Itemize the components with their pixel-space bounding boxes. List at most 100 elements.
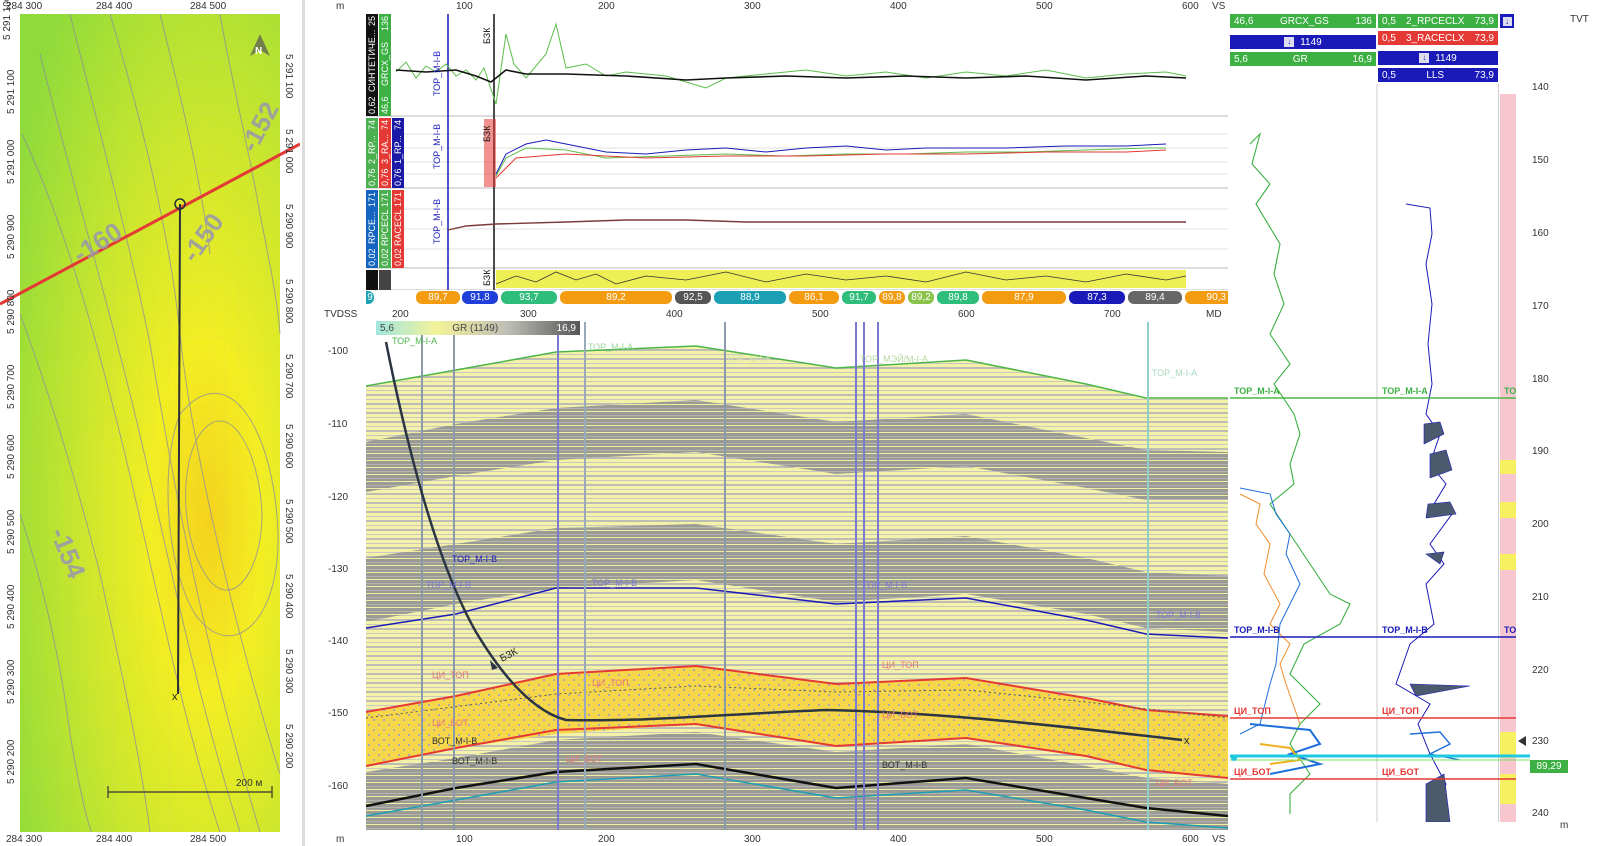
svg-text:ТО: ТО xyxy=(1504,386,1516,396)
vs-unit-bottom: m xyxy=(336,834,345,845)
track-legend-small-1[interactable] xyxy=(366,270,378,290)
md-tick: 500 xyxy=(812,309,829,320)
md-tick: 600 xyxy=(958,309,975,320)
vs-tick: 100 xyxy=(456,834,473,845)
svg-text:ЦИ_ТОП: ЦИ_ТОП xyxy=(1234,706,1271,716)
log-tracks[interactable]: ТОР_М-І-В ТОР_М-І-В ТОР_М-І-В БЗК БЗК БЗ… xyxy=(366,14,1228,290)
legend-1149-col2[interactable]: ↓ 1149 xyxy=(1378,51,1498,65)
dip-chip[interactable]: 93,7 xyxy=(501,291,557,304)
track-legend-synthetic[interactable]: 0,62 СИНТЕТИЧЕ... 25 xyxy=(366,14,378,116)
svg-text:ЦИ_БОТ: ЦИ_БОТ xyxy=(432,718,469,728)
vs-tick: 500 xyxy=(1036,1,1053,12)
right-log-panel[interactable]: 46,6 GRCX_GS 136 ↓ 1149 5,6 GR 16,9 0,5 2_RPC… xyxy=(1230,0,1598,846)
legend-grcx-gs[interactable]: 46,6 GRCX_GS 136 xyxy=(1230,14,1376,28)
svg-text:5 291 100: 5 291 100 xyxy=(6,69,17,114)
svg-text:5 290 900: 5 290 900 xyxy=(283,204,294,249)
dip-chip[interactable]: 87,9 xyxy=(982,291,1066,304)
dip-chip[interactable]: 89,2 xyxy=(908,291,934,304)
svg-text:5 290 700: 5 290 700 xyxy=(283,354,294,399)
map-canvas[interactable]: x -160 -150 -152 -154 N 200 м xyxy=(0,14,300,832)
svg-text:5 290 900: 5 290 900 xyxy=(6,214,17,259)
svg-text:ТОР_М-І-А: ТОР_М-І-А xyxy=(392,336,437,346)
legend-lls[interactable]: 0,5 LLS 73,9 xyxy=(1378,68,1498,82)
svg-text:5 290 800: 5 290 800 xyxy=(6,289,17,334)
tvt-tick: 200 xyxy=(1532,519,1549,530)
svg-text:ЦИ_БОТ: ЦИ_БОТ xyxy=(1382,767,1420,777)
well-position-marker xyxy=(1231,755,1237,761)
track-legend-rp2[interactable]: 0,76 2_RP... 74 xyxy=(366,118,378,188)
track-legend-rpcecl[interactable]: 0,02 RPCECL 171 xyxy=(379,190,391,268)
dip-chip[interactable]: 89,8 xyxy=(879,291,905,304)
svg-text:ЦИ_ТОП: ЦИ_ТОП xyxy=(1382,706,1419,716)
tvt-unit: m xyxy=(1560,820,1569,831)
right-log-tracks[interactable]: ТОР_М-І-А ТОР_М-І-А ТОР_М-І-В ТОР_М-І-В … xyxy=(1230,84,1530,822)
track-legend-rp1[interactable]: 0,76 1_RP... 74 xyxy=(392,118,404,188)
legend-3-raceclx[interactable]: 0,5 3_RACECLX 73,9 xyxy=(1378,31,1498,45)
svg-text:5 290 400: 5 290 400 xyxy=(6,584,17,629)
panel-splitter[interactable] xyxy=(302,0,305,846)
map-x-label: 284 400 xyxy=(96,834,133,845)
vs-unit-top: m xyxy=(336,1,345,12)
lithology-strip-yellow xyxy=(1500,554,1516,570)
legend-gr[interactable]: 5,6 GR 16,9 xyxy=(1230,52,1376,66)
svg-text:5 290 300: 5 290 300 xyxy=(283,649,294,694)
svg-text:ВОТ_М-І-В: ВОТ_М-І-В xyxy=(452,756,497,766)
cross-section[interactable]: БЗК x ТОР_М-І-А ТОР_М-І-А ТОР_М-І-А ТОР_… xyxy=(366,322,1228,830)
svg-text:5 290 700: 5 290 700 xyxy=(6,364,17,409)
dip-readout-badge: 89,29 xyxy=(1530,760,1568,773)
tvdss-tick: -120 xyxy=(328,492,349,503)
top-m1b-marker-label: ТОР_М-І-В xyxy=(432,124,442,169)
tvt-label: TVT xyxy=(1570,14,1589,25)
dip-chip[interactable]: 87,3 xyxy=(1069,291,1125,304)
legend-1149-col1[interactable]: ↓ 1149 xyxy=(1230,35,1376,49)
dip-chip[interactable]: 91,7 xyxy=(842,291,876,304)
track-legend-grcx[interactable]: 46,6 GRCX_GS 136 xyxy=(379,14,391,116)
svg-text:ТОР_М-І-В: ТОР_М-І-В xyxy=(1382,625,1428,635)
legend-2-rpceclx[interactable]: 0,5 2_RPCECLX 73,9 xyxy=(1378,14,1498,28)
dip-chip[interactable]: 89,2 xyxy=(560,291,672,304)
svg-text:ЦИ_БОТ: ЦИ_БОТ xyxy=(882,710,919,720)
track-legend-small-2[interactable] xyxy=(379,270,391,290)
vs-tick: 100 xyxy=(456,1,473,12)
caret-left-icon[interactable] xyxy=(1518,736,1526,746)
dip-chip[interactable]: 92,5 xyxy=(675,291,711,304)
dip-chip[interactable]: 9 xyxy=(366,291,374,304)
map-x-label: 284 500 xyxy=(190,1,227,12)
gr-legend[interactable]: 5,6 GR (1149) 16,9 xyxy=(376,321,580,335)
svg-text:N: N xyxy=(255,46,262,57)
svg-text:5 291 000: 5 291 000 xyxy=(283,129,294,174)
map-panel[interactable]: 284 300 284 400 284 500 284 300 284 400 … xyxy=(0,0,300,846)
tvdss-tick: -110 xyxy=(328,419,348,430)
dip-chip[interactable]: 90,3 xyxy=(1185,291,1228,304)
svg-text:5 290 500: 5 290 500 xyxy=(6,509,17,554)
profile-panel[interactable]: m 100 200 300 400 500 600 VS ТОР_М-І-В Т… xyxy=(306,0,1228,846)
tvt-tick: 240 xyxy=(1532,808,1549,819)
lithology-strip-yellow xyxy=(1500,460,1516,474)
svg-text:ВОТ_М-І-В: ВОТ_М-І-В xyxy=(432,736,477,746)
tvt-tick: 190 xyxy=(1532,446,1549,457)
svg-text:5 290 800: 5 290 800 xyxy=(283,279,294,324)
dip-chip[interactable]: 91,8 xyxy=(462,291,498,304)
map-y-labels: 5 291 100 5 291 000 5 290 900 5 290 800 … xyxy=(283,54,294,769)
download-button[interactable]: ↓ xyxy=(1500,14,1514,28)
top-m1b-marker-label: ТОР_М-І-В xyxy=(432,199,442,244)
vs-tick: 200 xyxy=(598,1,615,12)
vs-tick: 500 xyxy=(1036,834,1053,845)
map-y-axis-left: 5 291 100 5 291 000 5 290 900 5 290 800 … xyxy=(6,69,17,784)
lithology-strip-yellow xyxy=(1500,732,1516,758)
download-icon: ↓ xyxy=(1502,16,1512,26)
tvdss-tick: -160 xyxy=(328,781,349,792)
svg-text:ЦИ_БОТ: ЦИ_БОТ xyxy=(1156,778,1193,788)
track-legend-rpce[interactable]: 0,02 RPCE... 171 xyxy=(366,190,378,268)
dip-chip[interactable]: 89,4 xyxy=(1128,291,1182,304)
dip-chip[interactable]: 89,8 xyxy=(937,291,979,304)
svg-text:5 290 200: 5 290 200 xyxy=(283,724,294,769)
svg-text:ВОТ_М-І-В: ВОТ_М-І-В xyxy=(882,760,927,770)
track-legend-racecl[interactable]: 0,02 RACECL 171 xyxy=(392,190,404,268)
track-legend-ra3[interactable]: 0,76 3_RA... 74 xyxy=(379,118,391,188)
tvdss-tick: -100 xyxy=(328,346,349,357)
dip-chip[interactable]: 89,7 xyxy=(416,291,460,304)
dip-chip[interactable]: 88,9 xyxy=(714,291,786,304)
dip-chip[interactable]: 86,1 xyxy=(789,291,839,304)
well-end-marker: x xyxy=(172,691,178,703)
